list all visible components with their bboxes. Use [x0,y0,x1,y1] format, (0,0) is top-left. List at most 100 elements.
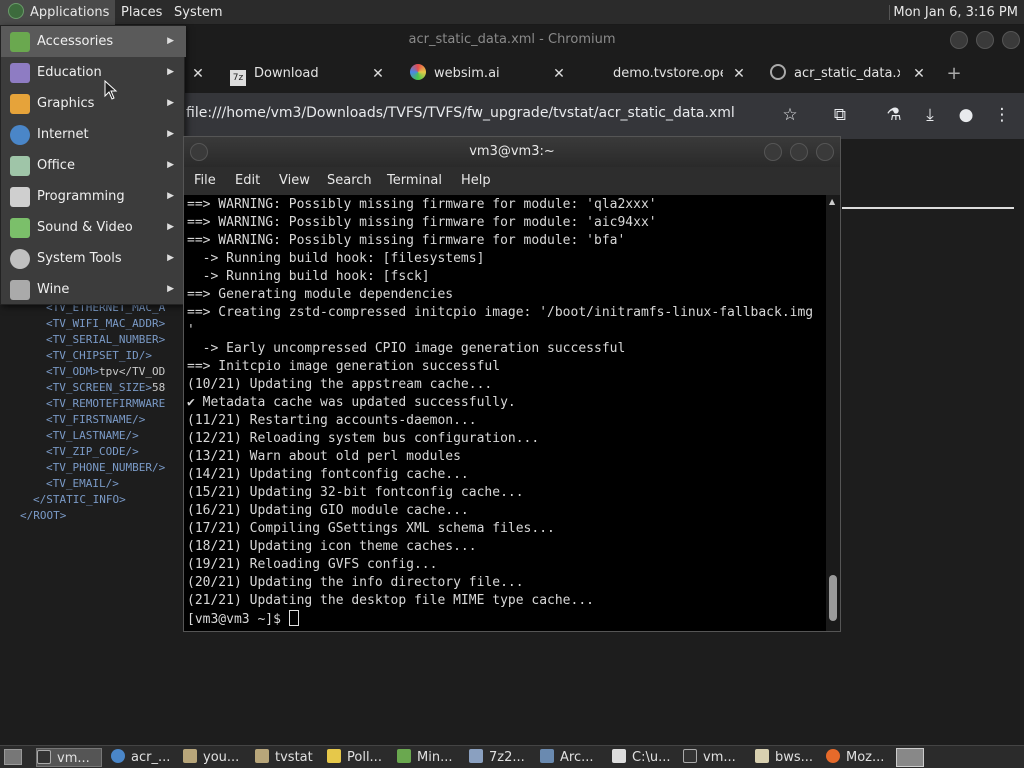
xml-line: </ROOT> [20,509,67,522]
submenu-arrow-icon: ▶ [167,67,174,77]
tab-websim[interactable]: websim.ai [410,57,550,93]
archive-icon [469,749,483,763]
more-menu-icon[interactable]: ⋮ [992,105,1012,125]
terminal-icon [683,749,697,763]
terminal-line: (12/21) Reloading system bus configurati… [187,431,540,446]
terminal-line: (11/21) Restarting accounts-daemon... [187,413,477,428]
menu-item-system-tools[interactable]: System Tools ▶ [1,243,186,274]
terminal-line: ' [187,323,195,338]
xml-line: <TV_EMAIL/> [46,477,119,490]
taskbar-item-wine-console[interactable]: C:\u... [612,748,676,767]
terminal-menu-edit[interactable]: Edit [235,167,260,195]
scroll-up-arrow-icon[interactable]: ▲ [829,197,835,206]
terminal-line: (21/21) Updating the desktop file MIME t… [187,593,594,608]
maximize-button[interactable] [976,31,994,49]
chromium-icon [111,749,125,763]
menu-item-internet[interactable]: Internet ▶ [1,119,186,150]
taskbar-item-tvstat[interactable]: tvstat [255,748,319,767]
terminal-window: vm3@vm3:~ File Edit View Search Terminal… [183,136,841,632]
terminal-menu-terminal[interactable]: Terminal [387,167,442,195]
submenu-arrow-icon: ▶ [167,284,174,294]
minimize-button[interactable] [950,31,968,49]
taskbar-item-terminal-2[interactable]: vm... [683,748,747,767]
labs-flask-icon[interactable]: ⚗ [884,105,904,125]
tab-close-icon[interactable]: ✕ [731,57,747,93]
clock[interactable]: Mon Jan 6, 3:16 PM [887,0,1024,25]
tab-acr-static-data[interactable]: acr_static_data.xm [770,57,900,93]
terminal-menu-search[interactable]: Search [327,167,372,195]
show-desktop-icon[interactable] [4,749,22,765]
taskbar-item-chromium[interactable]: acr_... [111,748,175,767]
terminal-scrollbar[interactable]: ▲ [826,195,840,631]
globe-favicon-icon [770,64,786,80]
menu-item-office[interactable]: Office ▶ [1,150,186,181]
terminal-titlebar: vm3@vm3:~ [184,137,840,167]
terminal-menu-view[interactable]: View [279,167,310,195]
terminal-menu-button[interactable] [190,143,208,161]
wine-icon [10,280,30,300]
menu-item-education[interactable]: Education ▶ [1,57,186,88]
terminal-scrollbar-thumb[interactable] [829,575,837,621]
xml-line: <TV_SCREEN_SIZE>58 [46,381,166,394]
taskbar-item-folder[interactable]: you... [183,748,247,767]
workspace-switcher[interactable] [896,748,924,767]
top-panel: Applications Places System Mon Jan 6, 3:… [0,0,1024,25]
archive-manager-icon [540,749,554,763]
tab-close-icon[interactable]: ✕ [911,57,927,93]
new-tab-button[interactable]: + [946,57,962,93]
system-menu[interactable]: System [168,0,228,25]
folder-icon [183,749,197,763]
terminal-cursor [288,610,299,626]
terminal-maximize-button[interactable] [790,143,808,161]
xml-line: <TV_REMOTEFIRMWARE [46,397,166,410]
download-icon[interactable]: ⤓ [920,105,940,125]
tab-close-icon[interactable]: ✕ [370,57,386,93]
taskbar-item-poll[interactable]: Poll... [327,748,391,767]
terminal-close-button[interactable] [816,143,834,161]
terminal-minimize-button[interactable] [764,143,782,161]
terminal-menu-help[interactable]: Help [461,167,491,195]
taskbar-item-terminal[interactable]: vm... [36,748,102,767]
submenu-arrow-icon: ▶ [167,36,174,46]
tab-demo-tvstore[interactable]: demo.tvstore.oper [613,57,723,93]
menu-item-accessories[interactable]: Accessories ▶ [1,26,186,57]
terminal-line: ==> Generating module dependencies [187,287,454,302]
programming-icon [10,187,30,207]
terminal-output[interactable]: ==> WARNING: Possibly missing firmware f… [184,195,826,631]
profile-icon[interactable]: ● [956,105,976,125]
websim-favicon-icon [410,64,426,80]
taskbar-item-text-editor[interactable]: bws... [755,748,819,767]
tab-close-icon[interactable]: ✕ [551,57,567,93]
bookmark-star-icon[interactable]: ☆ [780,105,800,125]
terminal-line: -> Running build hook: [filesystems] [187,251,485,266]
terminal-line: (15/21) Updating 32-bit fontconfig cache… [187,485,524,500]
taskbar-item-7z[interactable]: 7z2... [469,748,533,767]
tab-close-icon[interactable]: ✕ [190,57,206,93]
menu-item-sound-video[interactable]: Sound & Video ▶ [1,212,186,243]
terminal-line: ==> Creating zstd-compressed initcpio im… [187,305,814,320]
menu-item-programming[interactable]: Programming ▶ [1,181,186,212]
applications-menu[interactable]: Applications [0,0,116,25]
firefox-icon [826,749,840,763]
text-editor-icon [755,749,769,763]
terminal-menu-file[interactable]: File [194,167,216,195]
wine-console-icon [612,749,626,763]
extensions-icon[interactable]: ⧉ [830,105,850,125]
submenu-arrow-icon: ▶ [167,160,174,170]
menu-item-graphics[interactable]: Graphics ▶ [1,88,186,119]
system-tools-icon [10,249,30,269]
menu-item-wine[interactable]: Wine ▶ [1,274,186,305]
xml-line: <TV_WIFI_MAC_ADDR> [46,317,166,330]
poll-icon [327,749,341,763]
taskbar-item-minecraft[interactable]: Min... [397,748,461,767]
places-menu[interactable]: Places [115,0,168,25]
terminal-line: (14/21) Updating fontconfig cache... [187,467,469,482]
terminal-line: (10/21) Updating the appstream cache... [187,377,493,392]
address-bar[interactable]: file:///home/vm3/Downloads/TVFS/TVFS/fw_… [186,105,735,121]
taskbar-item-firefox[interactable]: Moz... [826,748,890,767]
tab-download[interactable]: 7z Download [230,57,370,93]
close-window-button[interactable] [1002,31,1020,49]
sound-video-icon [10,218,30,238]
taskbar-item-archive-manager[interactable]: Arc... [540,748,604,767]
terminal-prompt[interactable]: [vm3@vm3 ~]$ [187,610,299,629]
